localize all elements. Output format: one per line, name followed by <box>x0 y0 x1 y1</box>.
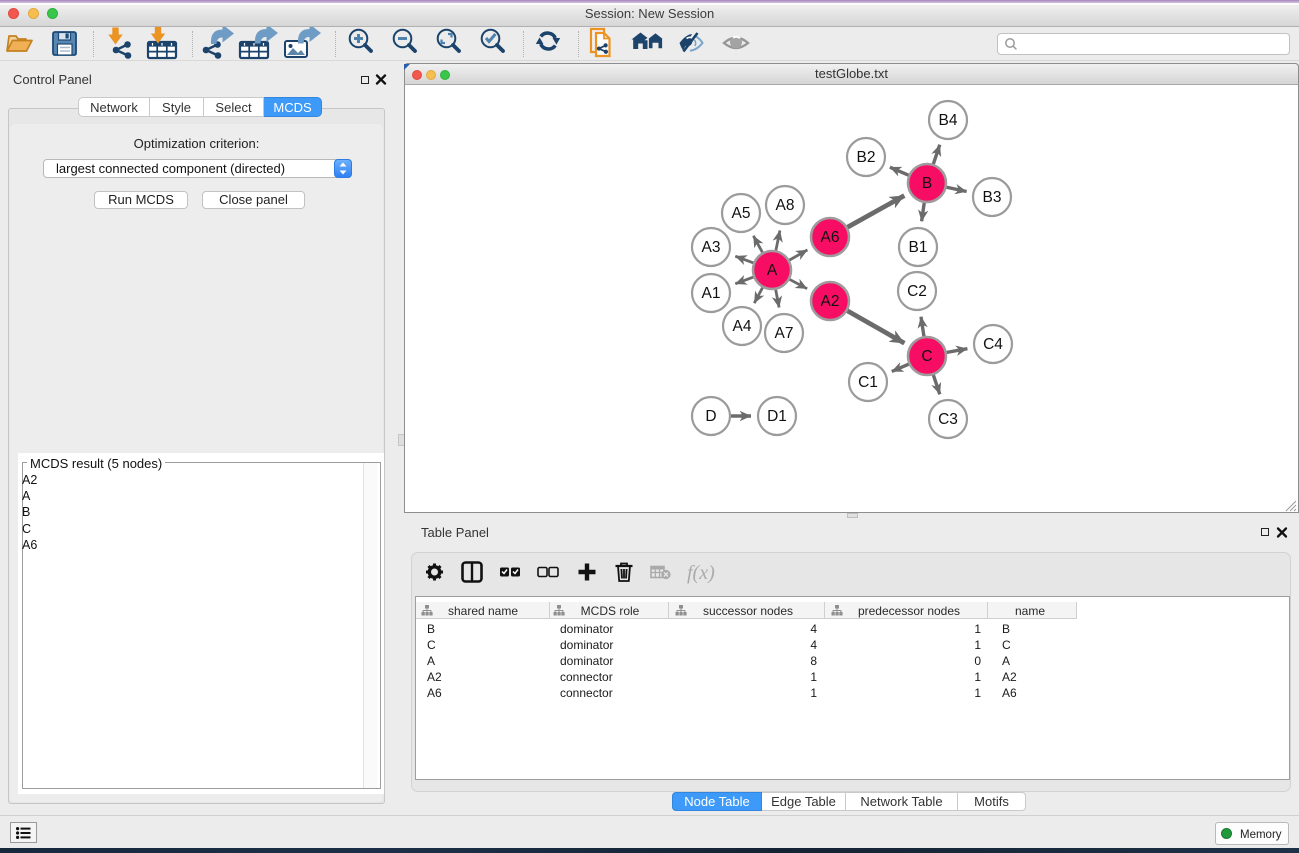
svg-text:A5: A5 <box>732 205 751 222</box>
svg-text:C3: C3 <box>938 411 958 428</box>
svg-text:B2: B2 <box>857 149 876 166</box>
svg-text:A4: A4 <box>733 318 752 335</box>
svg-text:B: B <box>922 175 932 192</box>
svg-text:A: A <box>767 262 778 279</box>
svg-text:f(x): f(x) <box>687 562 715 584</box>
svg-text:B1: B1 <box>909 239 928 256</box>
svg-text:C2: C2 <box>907 283 927 300</box>
svg-text:B3: B3 <box>983 189 1002 206</box>
svg-text:D: D <box>705 408 716 425</box>
svg-text:C: C <box>921 348 932 365</box>
svg-text:A1: A1 <box>702 285 721 302</box>
svg-text:A3: A3 <box>702 239 721 256</box>
svg-text:A7: A7 <box>775 325 794 342</box>
svg-text:A8: A8 <box>776 197 795 214</box>
svg-text:C1: C1 <box>858 374 878 391</box>
svg-text:C4: C4 <box>983 336 1003 353</box>
svg-text:D1: D1 <box>767 408 787 425</box>
svg-text:A2: A2 <box>821 293 840 310</box>
svg-text:B4: B4 <box>939 112 958 129</box>
svg-text:A6: A6 <box>821 229 840 246</box>
